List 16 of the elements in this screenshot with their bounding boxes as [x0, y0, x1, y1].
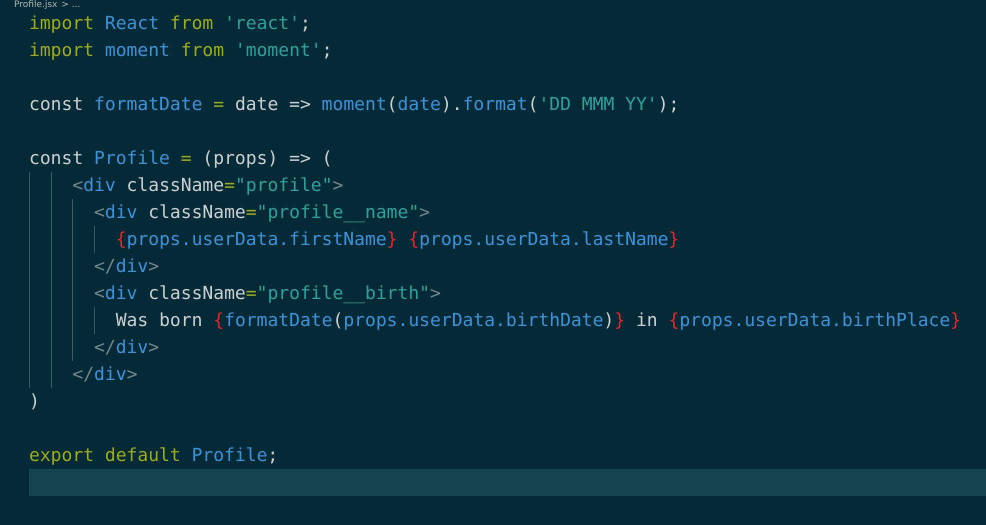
- code-line: </div>: [94, 336, 160, 360]
- code-line: <div className="profile__name">: [94, 201, 430, 225]
- code-line: </div>: [72, 363, 138, 387]
- code-line: export default Profile;: [29, 444, 278, 468]
- code-line: <div className="profile">: [72, 174, 344, 198]
- code-line: import React from 'react';: [29, 12, 311, 36]
- code-line: </div>: [94, 255, 160, 279]
- code-line: const Profile = (props) => (: [29, 147, 332, 171]
- breadcrumb-file[interactable]: Profile.jsx: [14, 0, 58, 10]
- code-line: <div className="profile__birth">: [94, 282, 441, 306]
- breadcrumb-more[interactable]: > ...: [61, 0, 80, 10]
- code-line: Was born {formatDate(props.userData.birthDate)} in {props.userData.birthPlace}: [116, 309, 962, 333]
- code-line: ): [29, 390, 40, 414]
- code-line: const formatDate = date => moment(date).format('DD MMM YY');: [29, 93, 680, 117]
- code-line: import moment from 'moment';: [29, 39, 332, 63]
- code-line: {props.userData.firstName} {props.userData.lastName}: [116, 228, 680, 252]
